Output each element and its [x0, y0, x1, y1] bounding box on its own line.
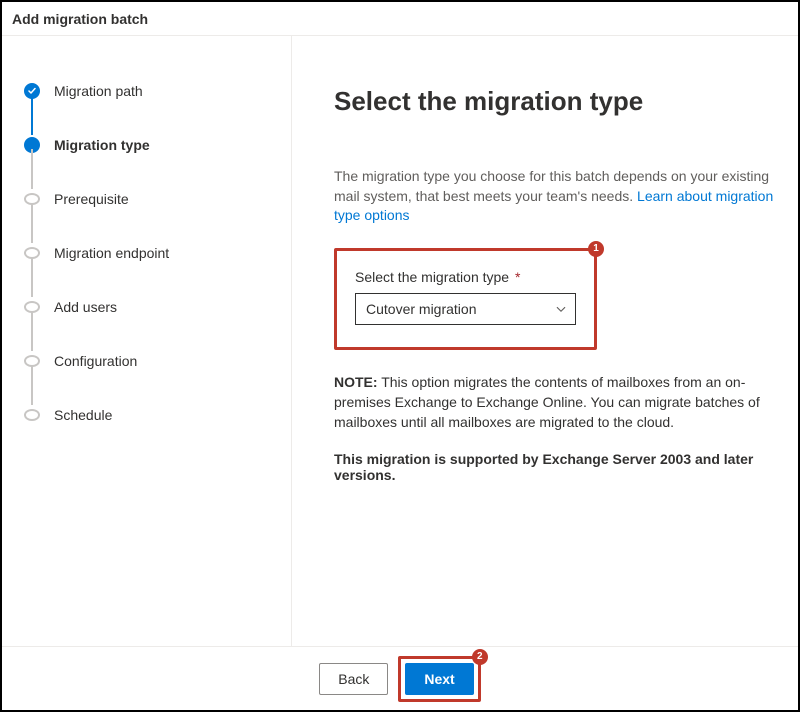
- required-asterisk: *: [515, 269, 520, 285]
- note-label: NOTE:: [334, 374, 378, 390]
- annotation-callout-2: 2 Next: [398, 656, 480, 702]
- step-connector: [31, 257, 33, 297]
- wizard-page: Select the migration type The migration …: [292, 36, 798, 646]
- dialog-add-migration-batch: Add migration batch Migration path Migra…: [0, 0, 800, 712]
- next-button[interactable]: Next: [405, 663, 473, 695]
- step-label: Schedule: [54, 407, 112, 423]
- step-connector: [31, 149, 33, 189]
- dialog-title: Add migration batch: [2, 2, 798, 36]
- step-connector: [31, 365, 33, 405]
- step-migration-endpoint[interactable]: Migration endpoint: [24, 243, 281, 263]
- note-text: NOTE: This option migrates the contents …: [334, 372, 789, 433]
- step-prerequisite[interactable]: Prerequisite: [24, 189, 281, 209]
- dialog-title-text: Add migration batch: [12, 11, 148, 27]
- step-schedule[interactable]: Schedule: [24, 405, 281, 425]
- field-label-text: Select the migration type: [355, 269, 509, 285]
- step-connector: [31, 203, 33, 243]
- step-connector: [31, 95, 33, 135]
- migration-type-select[interactable]: Cutover migration: [355, 293, 576, 325]
- page-title: Select the migration type: [334, 86, 798, 117]
- annotation-badge-icon: 2: [472, 649, 488, 665]
- step-connector: [31, 311, 33, 351]
- step-label: Prerequisite: [54, 191, 129, 207]
- annotation-badge-icon: 1: [588, 241, 604, 257]
- back-button[interactable]: Back: [319, 663, 388, 695]
- migration-type-label: Select the migration type *: [355, 269, 576, 285]
- step-add-users[interactable]: Add users: [24, 297, 281, 317]
- chevron-down-icon: [555, 303, 567, 315]
- note-body: This option migrates the contents of mai…: [334, 374, 760, 431]
- support-text: This migration is supported by Exchange …: [334, 451, 789, 483]
- step-configuration[interactable]: Configuration: [24, 351, 281, 371]
- select-value: Cutover migration: [366, 301, 477, 317]
- step-label: Configuration: [54, 353, 137, 369]
- wizard-step-list: Migration path Migration type Prerequisi…: [2, 36, 292, 646]
- step-label: Migration type: [54, 137, 150, 153]
- step-label: Migration endpoint: [54, 245, 169, 261]
- dialog-body: Migration path Migration type Prerequisi…: [2, 36, 798, 646]
- step-label: Migration path: [54, 83, 143, 99]
- wizard-footer: Back 2 Next: [2, 646, 798, 710]
- intro-text: The migration type you choose for this b…: [334, 167, 798, 226]
- step-label: Add users: [54, 299, 117, 315]
- step-migration-type[interactable]: Migration type: [24, 135, 281, 155]
- annotation-callout-1: 1 Select the migration type * Cutover mi…: [334, 248, 597, 350]
- step-migration-path[interactable]: Migration path: [24, 81, 281, 101]
- upcoming-step-icon: [24, 409, 40, 421]
